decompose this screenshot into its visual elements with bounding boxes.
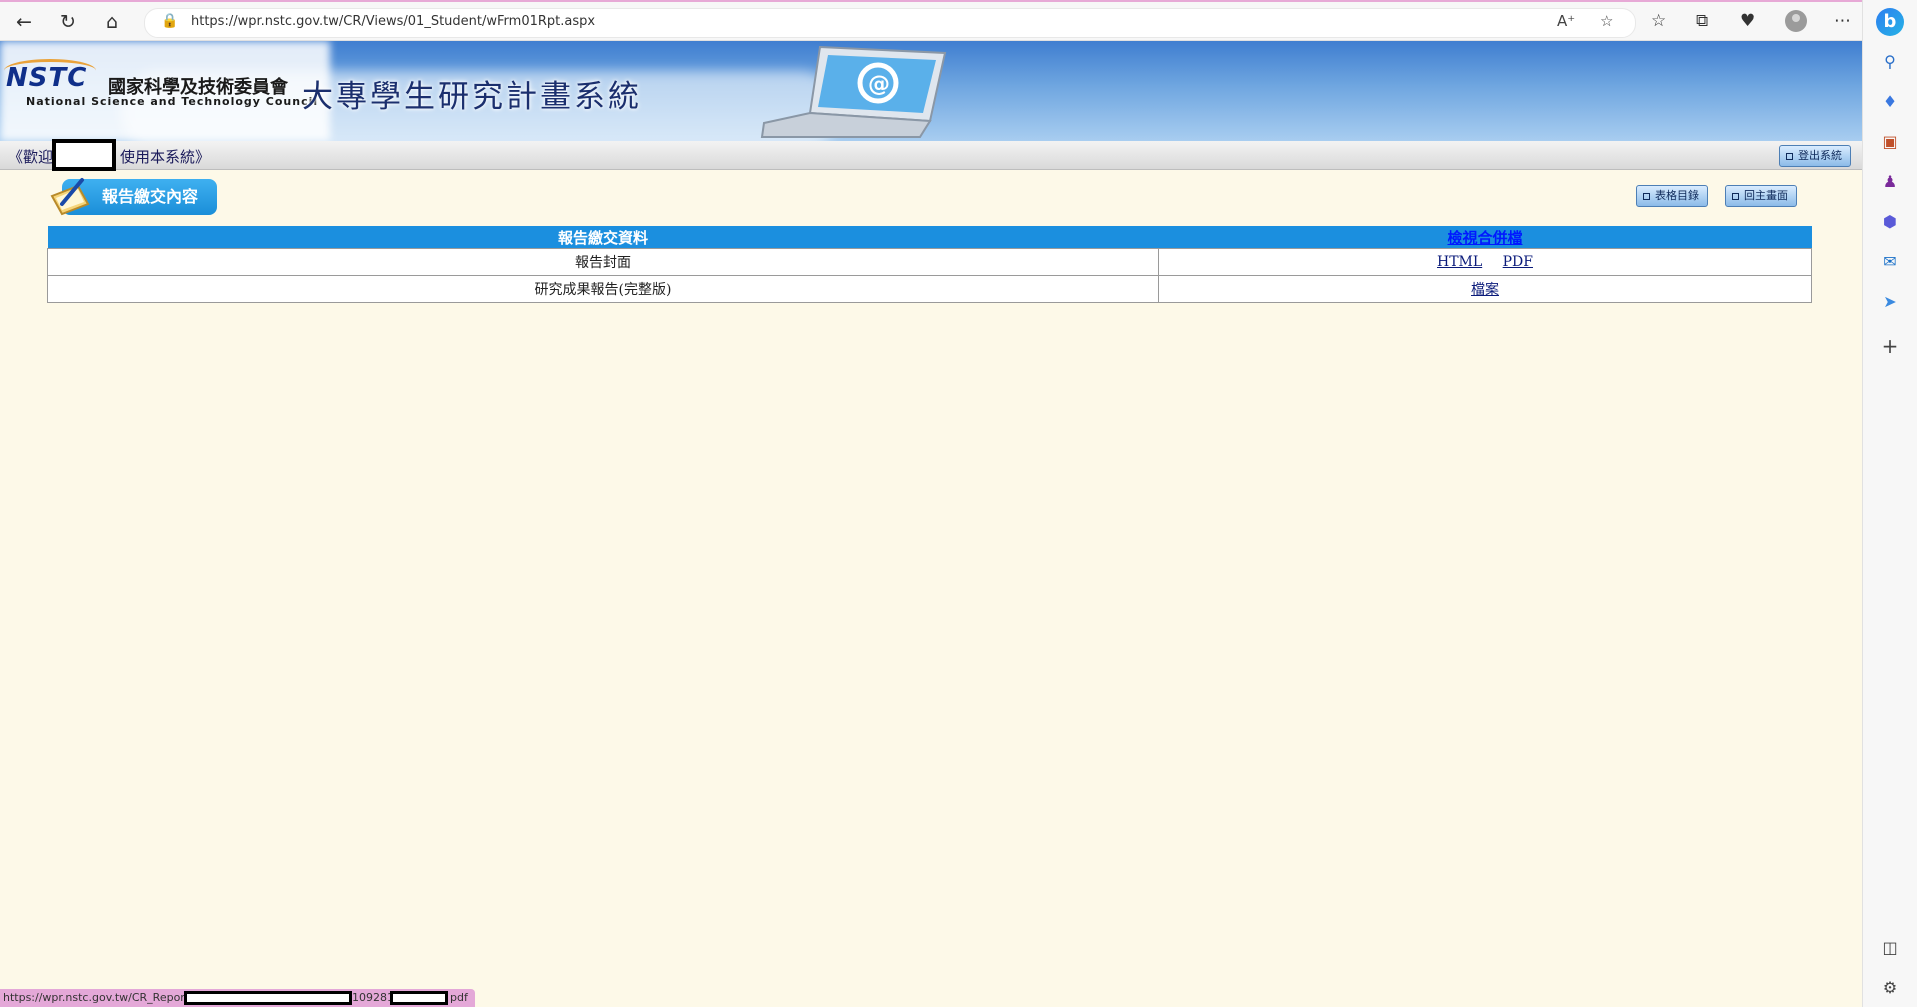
row-links: HTML PDF [1158,248,1812,276]
outlook-icon[interactable]: ✉ [1878,250,1902,274]
address-bar[interactable]: 🔒 https://wpr.nstc.gov.tw/CR/Views/01_St… [144,8,1636,38]
refresh-icon[interactable]: ↻ [56,10,80,34]
cover-pdf-link[interactable]: PDF [1503,254,1533,270]
status-bar: https://wpr.nstc.gov.tw/CR_Report 109281… [0,989,475,1007]
table-row: 報告封面 HTML PDF [47,248,1812,276]
logout-label: 登出系統 [1798,149,1842,162]
profile-avatar[interactable] [1785,10,1807,32]
header-report-data: 報告繳交資料 [47,226,1159,249]
form-catalog-label: 表格目錄 [1655,189,1699,202]
logout-button[interactable]: 登出系統 [1779,145,1851,167]
main-screen-label: 回主畫面 [1744,189,1788,202]
laptop-icon: @ [760,45,947,138]
back-icon[interactable]: ← [12,10,36,34]
browser-essentials-icon[interactable]: ♥ [1740,11,1755,31]
add-icon[interactable]: + [1878,334,1902,358]
settings-gear-icon[interactable]: ⚙ [1878,976,1902,1000]
system-title: 大專學生研究計畫系統 [302,79,642,115]
form-catalog-button[interactable]: 表格目錄 [1636,185,1708,207]
svg-text:@: @ [868,72,890,97]
header-view-merged: 檢視合併檔 [1158,226,1812,249]
bing-copilot-icon[interactable]: b [1876,8,1904,36]
sidebar-toggle-icon[interactable]: ◫ [1878,936,1902,960]
favorite-star-icon[interactable]: ☆ [1600,12,1613,30]
status-url-suffix: pdf [450,991,468,1004]
cover-html-link[interactable]: HTML [1437,254,1482,270]
lock-icon: 🔒 [161,13,179,29]
redacted-username [52,139,116,171]
page-heading-text: 報告繳交內容 [102,187,199,206]
redacted-status-segment [184,991,352,1005]
button-square-icon [1732,192,1739,200]
row-label: 報告封面 [47,248,1159,276]
collections-icon[interactable]: ⧉ [1696,11,1708,31]
browser-toolbar: ← ↻ ⌂ 🔒 https://wpr.nstc.gov.tw/CR/Views… [0,2,1917,41]
home-icon[interactable]: ⌂ [100,10,124,34]
more-menu-icon[interactable]: ⋯ [1834,11,1851,31]
tools-icon[interactable]: ▣ [1878,130,1902,154]
read-aloud-icon[interactable]: A⁺ [1557,12,1575,30]
row-links: 檔案 [1158,275,1812,303]
button-square-icon [1786,152,1793,160]
shopping-tag-icon[interactable]: ♦ [1878,90,1902,114]
microsoft-365-icon[interactable]: ⬢ [1878,210,1902,234]
row-label: 研究成果報告(完整版) [47,275,1159,303]
welcome-suffix: 使用本系統》 [120,148,211,166]
table-row: 研究成果報告(完整版) 檔案 [47,275,1812,303]
search-icon[interactable]: ⚲ [1878,50,1902,74]
edge-sidebar: b ⚲ ♦ ▣ ♟ ⬢ ✉ ➤ + ◫ ⚙ [1862,0,1917,1007]
logo-mark: NSTC [6,63,88,93]
report-table: 報告繳交資料 檢視合併檔 報告封面 HTML PDF 研究成果報告(完整版) 檔… [47,226,1812,303]
main-screen-button[interactable]: 回主畫面 [1725,185,1797,207]
welcome-bar: 《歡迎 使用本系統》 登出系統 [0,141,1862,170]
button-square-icon [1643,192,1650,200]
view-merged-link[interactable]: 檢視合併檔 [1447,229,1522,247]
games-icon[interactable]: ♟ [1878,170,1902,194]
status-url-prefix: https://wpr.nstc.gov.tw/CR_Report [3,991,190,1004]
redacted-status-segment [390,991,448,1005]
site-banner: NSTC 國家科學及技術委員會 National Science and Tec… [0,41,1862,141]
full-report-file-link[interactable]: 檔案 [1471,282,1499,298]
welcome-prefix: 《歡迎 [8,148,54,166]
pencil-document-icon [50,178,90,216]
logo-english-name: National Science and Technology Council [26,95,319,108]
drop-send-icon[interactable]: ➤ [1878,290,1902,314]
favorites-icon[interactable]: ☆ [1651,11,1666,31]
url-text: https://wpr.nstc.gov.tw/CR/Views/01_Stud… [191,14,596,29]
table-header-row: 報告繳交資料 檢視合併檔 [47,226,1812,249]
status-url-mid: 109281 [352,991,394,1004]
